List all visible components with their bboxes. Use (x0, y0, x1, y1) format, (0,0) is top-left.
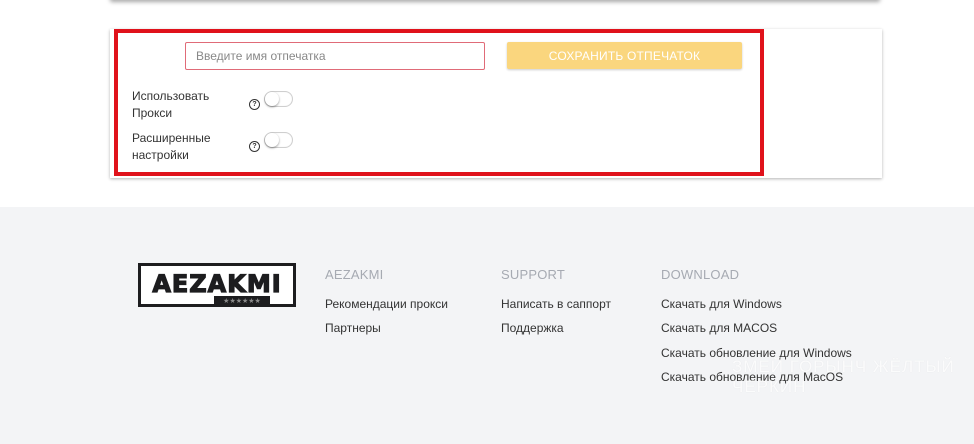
watermark: ЗМЕЙ ГОРЫНЧ ЖЁЛТЫЙ ЧЕРКИН (732, 357, 955, 396)
toggle-knob (265, 133, 279, 147)
toggle-knob (265, 92, 279, 106)
help-icon[interactable]: ? (249, 141, 260, 152)
aezakmi-logo[interactable]: AEZAKMI ★★★★★★ (138, 263, 296, 307)
use-proxy-toggle[interactable] (264, 91, 293, 107)
footer-link-support[interactable]: Поддержка (501, 321, 564, 335)
use-proxy-label: Использовать Прокси (132, 89, 210, 120)
help-icon[interactable]: ? (249, 99, 260, 110)
advanced-settings-toggle[interactable] (264, 132, 293, 148)
footer-link-partners[interactable]: Партнеры (325, 321, 381, 335)
logo-graphic: AEZAKMI ★★★★★★ (138, 263, 296, 307)
footer-link-write-support[interactable]: Написать в саппорт (501, 297, 611, 311)
footer-link-download-macos[interactable]: Скачать для MACOS (661, 321, 777, 335)
svg-text:AEZAKMI: AEZAKMI (152, 270, 281, 298)
svg-text:★★★★★★: ★★★★★★ (223, 297, 261, 305)
footer-column-title: SUPPORT (501, 267, 566, 282)
advanced-settings-label: Расширенные настройки (132, 131, 211, 162)
footer-column-title: AEZAKMI (325, 267, 384, 282)
footer-link-proxy-recommendations[interactable]: Рекомендации прокси (325, 297, 448, 311)
footer-column-title: DOWNLOAD (661, 267, 740, 282)
save-fingerprint-button[interactable]: СОХРАНИТЬ ОТПЕЧАТОК (507, 42, 742, 69)
footer (0, 207, 974, 444)
fingerprint-name-input[interactable] (185, 42, 485, 70)
footer-link-download-windows[interactable]: Скачать для Windows (661, 297, 782, 311)
